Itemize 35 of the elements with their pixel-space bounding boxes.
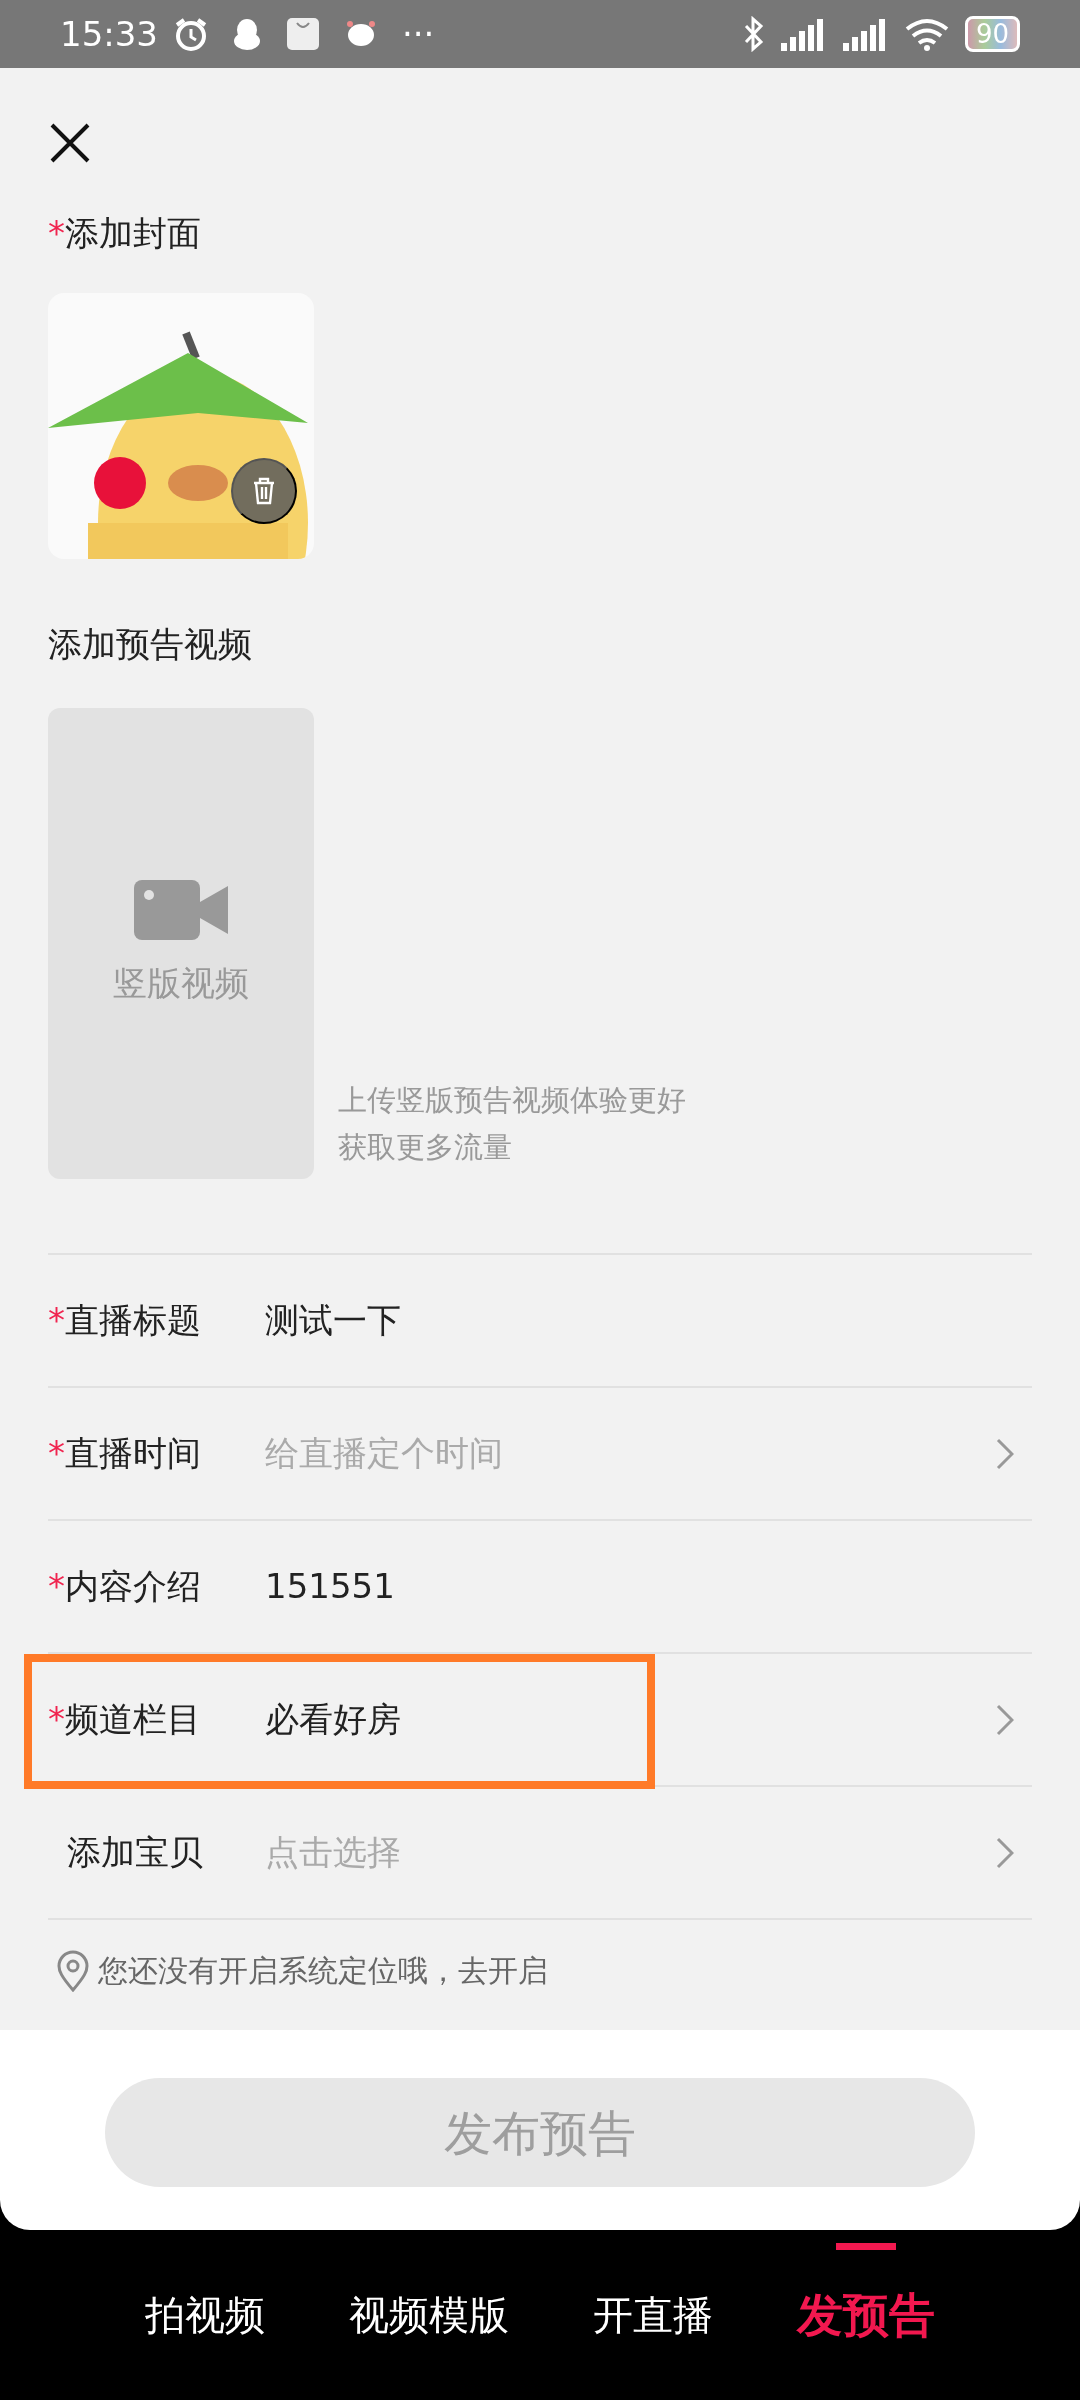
hint-text: 获取更多流量 (338, 1129, 513, 1166)
chevron-right-icon[interactable] (996, 1836, 1014, 1869)
field-label: *频道栏目 (48, 1698, 202, 1741)
tab[interactable]: 开直播 (593, 2285, 713, 2345)
field-label: 添加宝贝 (66, 1831, 204, 1874)
field-value[interactable]: 151551 (265, 1561, 395, 1612)
close-button[interactable] (50, 123, 90, 163)
chevron-right-icon[interactable] (996, 1437, 1014, 1470)
app-icon (344, 19, 378, 49)
tab[interactable]: 视频模版 (349, 2285, 509, 2345)
clock-text: 15:33 (60, 12, 158, 56)
field-label: *内容介绍 (48, 1565, 202, 1608)
tab[interactable]: 拍视频 (145, 2285, 265, 2345)
tab[interactable]: 发预告 (797, 2280, 935, 2350)
camera-icon (134, 878, 228, 942)
penguin-icon (232, 17, 262, 51)
tab-indicator (836, 2242, 896, 2250)
field-value[interactable]: 必看好房 (265, 1694, 401, 1745)
more-text: ··· (402, 12, 435, 56)
close-icon (50, 123, 90, 163)
alarm-icon (174, 17, 208, 51)
hint-text: 上传竖版预告视频体验更好 (338, 1082, 686, 1119)
trash-icon (252, 477, 276, 505)
wifi-icon (904, 17, 949, 51)
field-label: *直播时间 (48, 1432, 202, 1475)
battery-indicator: 90 (964, 16, 1020, 52)
bluetooth-icon (742, 16, 765, 52)
section-title: 添加预告视频 (48, 623, 253, 666)
location-notice[interactable]: 您还没有开启系统定位哦，去开启 (98, 1948, 548, 1993)
shopping-bag-icon (286, 17, 320, 51)
location-pin-icon (56, 1949, 90, 1992)
field-label: *直播标题 (48, 1299, 202, 1342)
chevron-right-icon[interactable] (996, 1703, 1014, 1736)
section-title: *添加封面 (48, 212, 202, 255)
field-value[interactable]: 测试一下 (265, 1295, 401, 1346)
